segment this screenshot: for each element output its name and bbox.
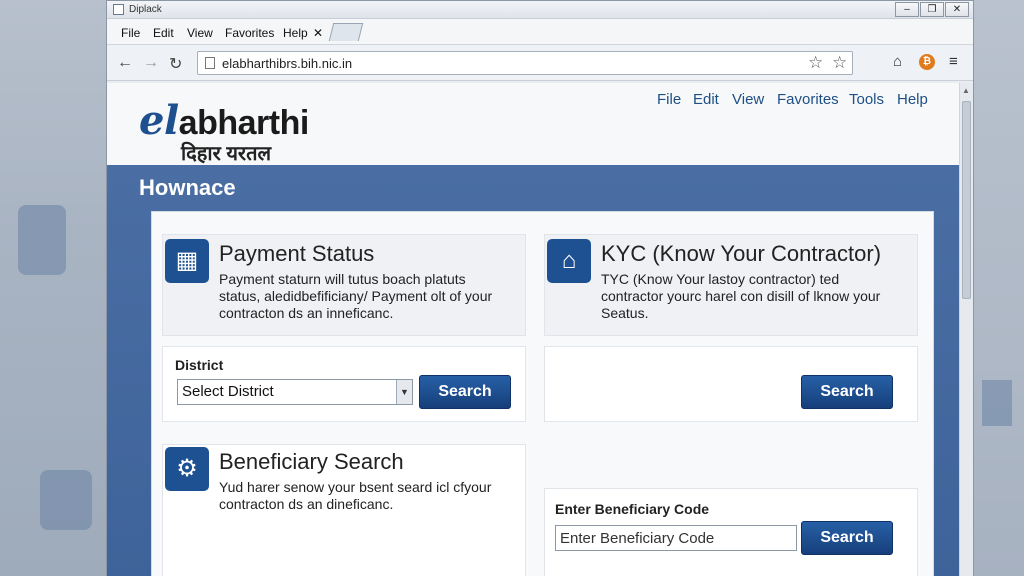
site-menu-help[interactable]: Help <box>897 91 928 108</box>
reload-icon[interactable]: ↻ <box>169 54 182 74</box>
browser-window: Diplack – ❐ ✕ File Edit View Favorites H… <box>106 0 974 576</box>
district-select[interactable]: Select District ▼ <box>177 379 413 405</box>
bookmark-star-icon[interactable]: ☆ <box>832 53 847 73</box>
title-bar: Diplack – ❐ ✕ <box>107 1 973 19</box>
beneficiary-code-card: Enter Beneficiary Code Enter Beneficiary… <box>544 488 918 576</box>
contractor-icon: ⌂ <box>547 239 591 283</box>
menu-edit[interactable]: Edit <box>153 26 174 40</box>
site-logo[interactable]: elabharthi <box>139 97 309 144</box>
favorite-star-icon[interactable]: ☆ <box>808 53 823 73</box>
navigation-bar: ← → ↻ elabharthibrs.bih.nic.in ☆ ☆ ⌂ ₿ ≡ <box>107 45 973 81</box>
site-menu-favorites[interactable]: Favorites <box>777 91 839 108</box>
district-label: District <box>175 357 224 373</box>
home-icon[interactable]: ⌂ <box>893 53 902 70</box>
menu-help[interactable]: Help <box>283 26 308 40</box>
logo-hindi-subtitle: दिहार यरतल <box>181 143 272 165</box>
tab-close-icon[interactable]: ✕ <box>313 26 323 40</box>
payment-status-desc-2: status, aledidbefificiany/ Payment olt o… <box>219 288 493 304</box>
desktop-background-right <box>972 0 1024 576</box>
gear-icon: ⚙ <box>165 447 209 491</box>
kyc-desc-2: contractor yourc harel con disill of lkn… <box>601 288 881 304</box>
kyc-title: KYC (Know Your Contractor) <box>601 241 882 266</box>
payment-icon: ▦ <box>165 239 209 283</box>
payment-status-desc-1: Payment staturn will tutus boach platuts <box>219 271 466 287</box>
scroll-up-icon[interactable]: ▲ <box>962 86 970 95</box>
browser-menu-icon[interactable]: ≡ <box>949 53 958 70</box>
forward-icon[interactable]: → <box>143 54 159 72</box>
minimize-button[interactable]: – <box>895 2 919 17</box>
district-search-card: District Select District ▼ Search <box>162 346 526 422</box>
site-menu-file[interactable]: File <box>657 91 681 108</box>
window-title: Diplack <box>129 4 162 15</box>
app-icon <box>113 4 124 15</box>
back-icon[interactable]: ← <box>117 54 133 72</box>
beneficiary-desc-2: contracton ds an dineficanc. <box>219 496 394 512</box>
services-panel: ▦ Payment Status Payment staturn will tu… <box>151 211 934 576</box>
site-menu-view[interactable]: View <box>732 91 764 108</box>
logo-el: el <box>139 97 179 144</box>
kyc-card: ⌂ KYC (Know Your Contractor) TYC (Know Y… <box>544 234 918 336</box>
close-button[interactable]: ✕ <box>945 2 969 17</box>
menu-favorites[interactable]: Favorites <box>225 26 274 40</box>
chevron-down-icon[interactable]: ▼ <box>396 380 412 404</box>
beneficiary-code-label: Enter Beneficiary Code <box>555 501 710 517</box>
beneficiary-desc-1: Yud harer senow your bsent seard icl cfy… <box>219 479 492 495</box>
vertical-scrollbar[interactable]: ▲ <box>959 83 973 576</box>
new-tab-button[interactable] <box>328 23 364 41</box>
payment-search-button[interactable]: Search <box>419 375 511 409</box>
page-icon <box>205 57 215 69</box>
maximize-button[interactable]: ❐ <box>920 2 944 17</box>
menu-view[interactable]: View <box>187 26 213 40</box>
desktop-background-left <box>0 0 108 576</box>
payment-status-title: Payment Status <box>219 241 375 266</box>
district-select-value: Select District <box>182 383 274 400</box>
kyc-desc-3: Seatus. <box>601 305 649 321</box>
site-menu-tools[interactable]: Tools <box>849 91 884 108</box>
kyc-search-button[interactable]: Search <box>801 375 893 409</box>
payment-status-card: ▦ Payment Status Payment staturn will tu… <box>162 234 526 336</box>
site-header: elabharthi दिहार यरतल File Edit View Fav… <box>107 83 959 165</box>
kyc-desc-1: TYC (Know Your lastoy contractor) ted <box>601 271 840 287</box>
address-bar[interactable]: elabharthibrs.bih.nic.in ☆ ☆ <box>197 51 853 75</box>
kyc-search-card: Search <box>544 346 918 422</box>
scroll-thumb[interactable] <box>962 101 971 299</box>
beneficiary-search-title: Beneficiary Search <box>219 449 404 474</box>
logo-text: abharthi <box>178 104 310 142</box>
beneficiary-code-input[interactable]: Enter Beneficiary Code <box>555 525 797 551</box>
extension-icon[interactable]: ₿ <box>919 54 935 70</box>
url-text[interactable]: elabharthibrs.bih.nic.in <box>222 56 352 71</box>
beneficiary-search-button[interactable]: Search <box>801 521 893 555</box>
section-title: Hownace <box>139 175 236 200</box>
beneficiary-search-card: ⚙ Beneficiary Search Yud harer senow you… <box>162 444 526 576</box>
browser-menu-bar: File Edit View Favorites Help ✕ <box>107 19 973 45</box>
payment-status-desc-3: contracton ds an inneficanc. <box>219 305 394 321</box>
site-menu-edit[interactable]: Edit <box>693 91 719 108</box>
web-page: elabharthi दिहार यरतल File Edit View Fav… <box>107 83 959 576</box>
menu-file[interactable]: File <box>121 26 140 40</box>
